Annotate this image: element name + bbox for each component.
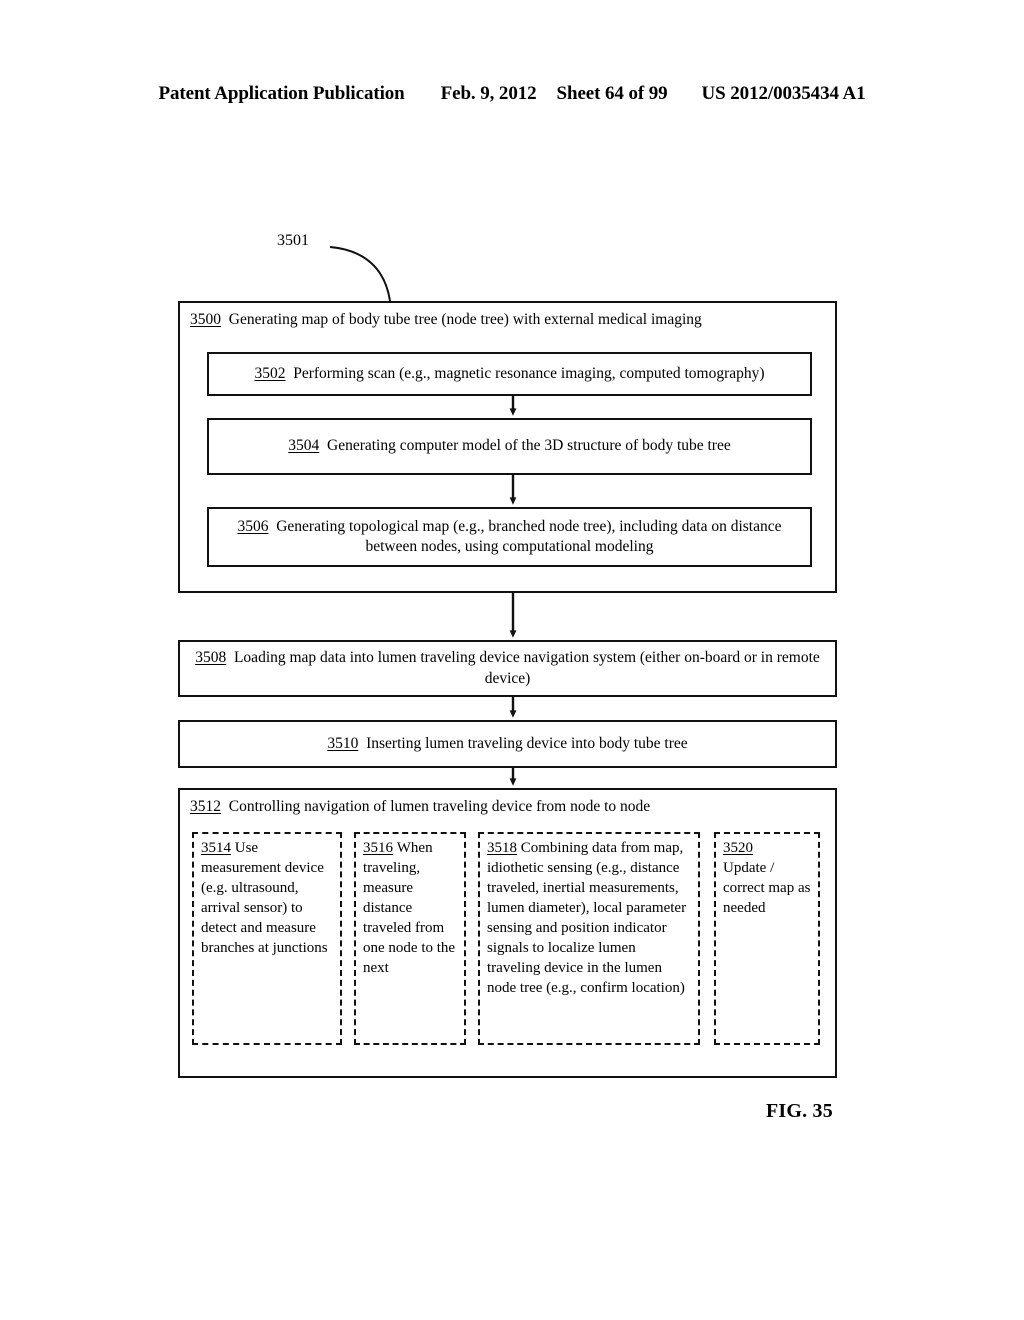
- step-3502-text: Performing scan (e.g., magnetic resonanc…: [293, 364, 765, 382]
- group-3512-ref: 3512: [190, 798, 221, 815]
- flowchart-step-3502: 3502 Performing scan (e.g., magnetic res…: [207, 352, 812, 396]
- substep-3518-ref: 3518: [487, 840, 517, 856]
- group-3500-text: Generating map of body tube tree (node t…: [228, 311, 702, 328]
- step-3510-label: 3510 Inserting lumen traveling device in…: [327, 734, 687, 754]
- flowchart-substep-3516: 3516 When traveling, measure distance tr…: [354, 832, 466, 1045]
- flowchart-step-3504: 3504 Generating computer model of the 3D…: [207, 418, 812, 475]
- leader-line-3501: [329, 246, 391, 302]
- figure-35-flowchart: 3501 3500 Generating map of body tube tr…: [0, 0, 1024, 1320]
- substep-3514-ref: 3514: [201, 840, 231, 856]
- step-3502-label: 3502 Performing scan (e.g., magnetic res…: [254, 364, 764, 384]
- group-3500-gap: [221, 311, 229, 328]
- group-3512-label: 3512 Controlling navigation of lumen tra…: [180, 790, 835, 817]
- group-3512-text: Controlling navigation of lumen travelin…: [228, 798, 651, 815]
- step-3504-text: Generating computer model of the 3D stru…: [327, 437, 731, 455]
- group-3500-ref: 3500: [190, 311, 221, 328]
- step-3508-ref: 3508: [195, 649, 227, 667]
- step-3504-gap: [319, 437, 327, 454]
- step-3506-text: Generating topological map (e.g., branch…: [276, 517, 782, 555]
- step-3504-label: 3504 Generating computer model of the 3D…: [288, 436, 730, 456]
- step-3508-text: Loading map data into lumen traveling de…: [233, 649, 820, 687]
- substep-3516-ref: 3516: [363, 840, 393, 856]
- step-3510-text: Inserting lumen traveling device into bo…: [366, 734, 688, 752]
- substep-3520-ref: 3520: [723, 840, 753, 856]
- flowchart-substep-3518: 3518 Combining data from map, idiothetic…: [478, 832, 700, 1045]
- group-3500-label: 3500 Generating map of body tube tree (n…: [180, 303, 835, 330]
- flowchart-step-3508: 3508 Loading map data into lumen traveli…: [178, 640, 837, 697]
- substep-3514-text: Use measurement device (e.g. ultrasound,…: [201, 840, 328, 956]
- step-3506-ref: 3506: [237, 517, 269, 535]
- flowchart-substep-3520: 3520 Update / correct map as needed: [714, 832, 820, 1045]
- figure-caption: FIG. 35: [766, 1100, 833, 1122]
- substep-3520-text: Update / correct map as needed: [723, 859, 811, 916]
- flowchart-step-3510: 3510 Inserting lumen traveling device in…: [178, 720, 837, 768]
- substep-3518-text: Combining data from map, idiothetic sens…: [487, 840, 687, 996]
- step-3510-ref: 3510: [327, 734, 359, 752]
- flowchart-step-3506: 3506 Generating topological map (e.g., b…: [207, 507, 812, 567]
- step-3504-ref: 3504: [288, 437, 320, 455]
- step-3508-label: 3508 Loading map data into lumen traveli…: [190, 648, 825, 688]
- flowchart-substep-3514: 3514 Use measurement device (e.g. ultras…: [192, 832, 342, 1045]
- callout-label-3501: 3501: [277, 232, 309, 249]
- step-3502-ref: 3502: [254, 364, 286, 382]
- step-3510-gap: [358, 735, 366, 752]
- step-3508-gap: [226, 649, 234, 666]
- step-3506-label: 3506 Generating topological map (e.g., b…: [219, 517, 800, 557]
- group-3512-gap: [221, 798, 229, 815]
- substep-3516-text: When traveling, measure distance travele…: [363, 840, 456, 976]
